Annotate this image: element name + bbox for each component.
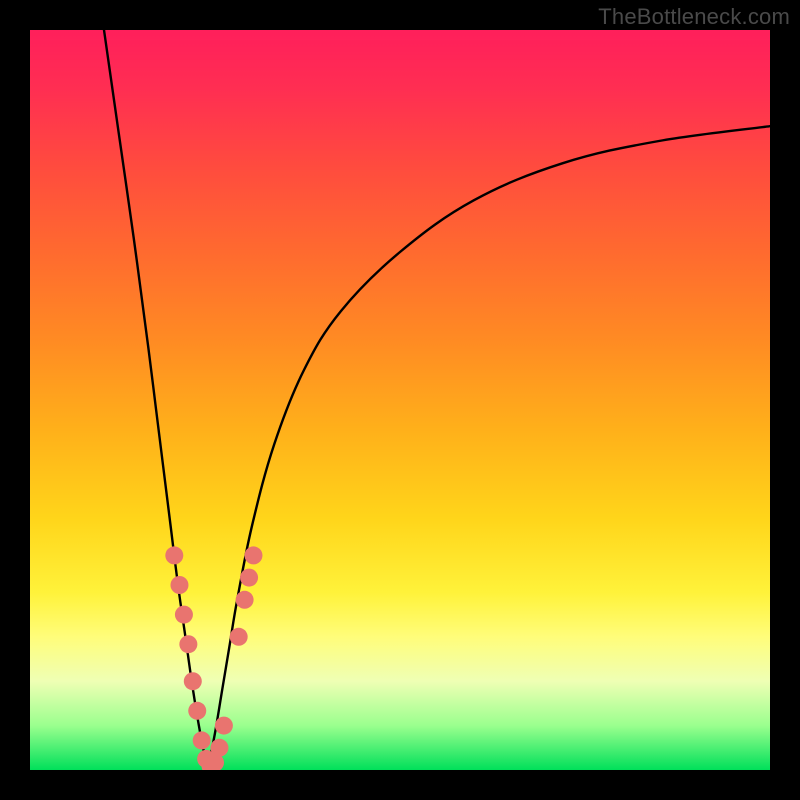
- data-dot: [170, 576, 188, 594]
- left-curve: [104, 30, 208, 770]
- chart-frame: TheBottleneck.com: [0, 0, 800, 800]
- data-dot: [188, 702, 206, 720]
- data-dot: [236, 591, 254, 609]
- data-dot: [179, 635, 197, 653]
- right-curve: [208, 126, 770, 770]
- data-dot: [210, 739, 228, 757]
- chart-svg: [30, 30, 770, 770]
- data-dot: [165, 546, 183, 564]
- data-dot: [230, 628, 248, 646]
- watermark-text: TheBottleneck.com: [598, 4, 790, 30]
- data-dot: [193, 731, 211, 749]
- data-dot: [184, 672, 202, 690]
- data-dot: [215, 717, 233, 735]
- data-dot: [175, 606, 193, 624]
- data-dot: [244, 546, 262, 564]
- data-dot: [240, 569, 258, 587]
- plot-area: [30, 30, 770, 770]
